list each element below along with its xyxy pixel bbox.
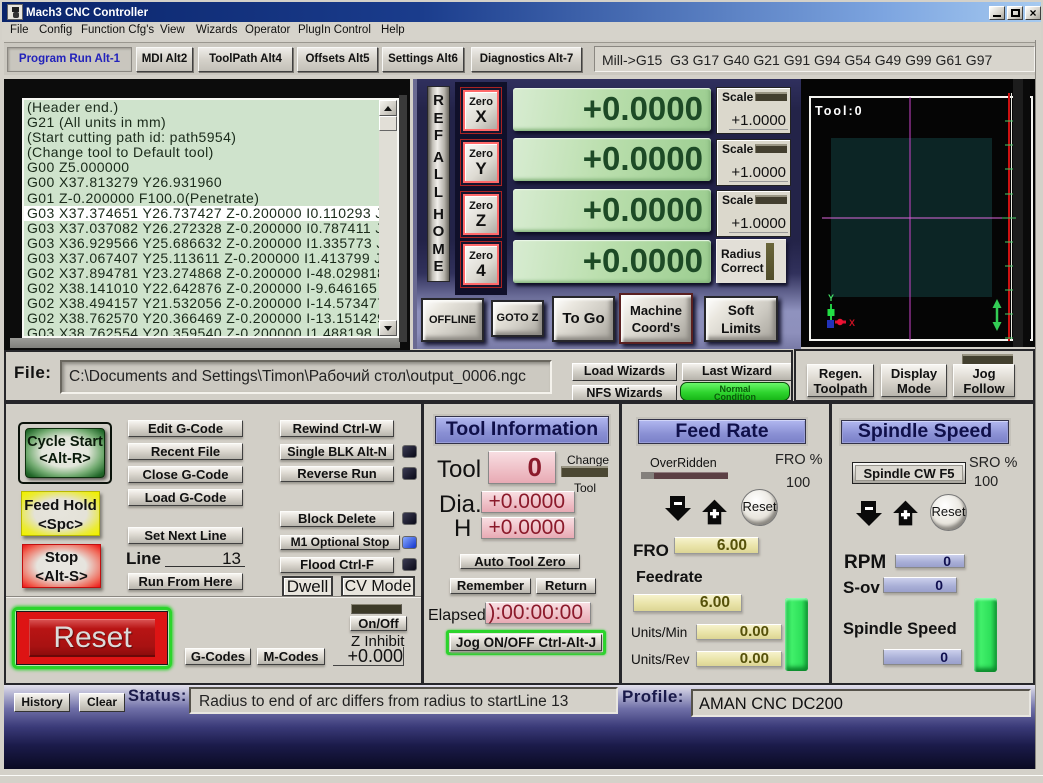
svg-text:X: X	[849, 318, 855, 328]
svg-text:Y: Y	[828, 293, 834, 303]
